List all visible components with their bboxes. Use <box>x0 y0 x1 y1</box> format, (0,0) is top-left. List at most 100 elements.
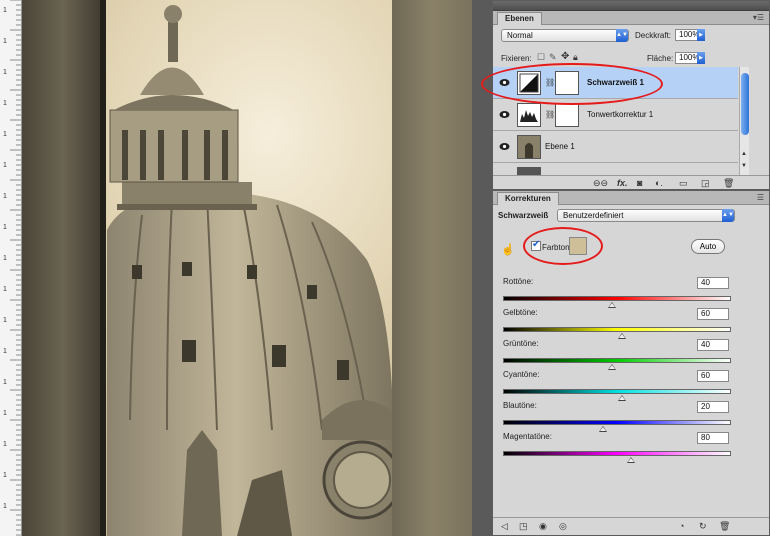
ruler-label: 1 <box>3 193 7 200</box>
targeted-adjustment-hand-icon[interactable]: ☝ <box>501 243 515 256</box>
eye-icon[interactable]: ◎ <box>559 521 567 532</box>
slider-value-input[interactable]: 40 <box>697 277 729 289</box>
slider-track[interactable] <box>503 296 731 301</box>
slider-thumb[interactable] <box>617 395 626 401</box>
ruler-label: 1 <box>3 348 7 355</box>
document-canvas[interactable] <box>22 0 472 536</box>
panel-menu-icon[interactable]: ▾☰ <box>753 13 764 22</box>
lock-all-icon[interactable]: 🔒︎ <box>573 52 578 63</box>
fill-label: Fläche: <box>647 54 674 63</box>
layer-row-ebene[interactable]: Ebene 1 <box>493 131 738 163</box>
layers-tabbar: Ebenen ▾☰ <box>493 11 769 25</box>
fill-input[interactable]: 100% ▶ <box>675 52 705 64</box>
layers-scrollbar[interactable]: ▲ ▼ <box>739 67 749 175</box>
lock-brush-icon[interactable]: ✎ <box>549 52 557 63</box>
slider-thumb[interactable] <box>617 333 626 339</box>
blend-mode-value: Normal <box>507 31 533 40</box>
layer-name: Ebene 1 <box>545 142 575 151</box>
ruler-label: 1 <box>3 503 7 510</box>
highlight-annotation <box>481 63 663 105</box>
back-icon[interactable]: ◁ <box>501 521 508 532</box>
slider-value-input[interactable]: 60 <box>697 370 729 382</box>
slider-thumb[interactable] <box>599 426 608 432</box>
eye-icon[interactable] <box>499 110 510 119</box>
slider-label: Rottöne: <box>503 277 534 286</box>
layers-panel: Ebenen ▾☰ Normal ▲▼ Deckkraft: 100% ▶ Fi… <box>481 0 770 190</box>
auto-button[interactable]: Auto <box>691 239 725 254</box>
ruler-label: 1 <box>3 69 7 76</box>
slider-label: Gelbtöne: <box>503 308 538 317</box>
visibility-toggle-icon[interactable]: ◉ <box>539 521 547 532</box>
slider-value-input[interactable]: 60 <box>697 308 729 320</box>
ruler-label: 1 <box>3 255 7 262</box>
levels-histogram-icon <box>517 103 541 127</box>
slider-thumb[interactable] <box>608 364 617 370</box>
slider-value-input[interactable]: 40 <box>697 339 729 351</box>
opacity-label: Deckkraft: <box>635 31 672 40</box>
ruler-label: 1 <box>3 379 7 386</box>
trash-icon[interactable]: 🗑︎ <box>723 178 734 189</box>
chain-link-icon[interactable]: ⛓ <box>545 110 555 119</box>
mask-icon[interactable]: ◙ <box>637 178 642 188</box>
slider-thumb[interactable] <box>626 457 635 463</box>
highlight-annotation <box>523 227 603 265</box>
slider-thumb[interactable] <box>608 302 617 308</box>
slider-label: Magentatöne: <box>503 432 552 441</box>
vertical-ruler[interactable]: 1 1 1 1 1 1 1 1 1 1 1 1 1 1 1 1 1 <box>0 0 22 536</box>
slider-label: Cyantöne: <box>503 370 540 379</box>
adjustment-title: Schwarzweiß <box>498 211 549 220</box>
slider-track[interactable] <box>503 420 731 425</box>
scroll-down-icon[interactable]: ▼ <box>741 163 747 169</box>
chevron-right-icon: ▶ <box>697 29 705 41</box>
clip-icon[interactable]: ◳ <box>519 521 528 532</box>
ruler-label: 1 <box>3 286 7 293</box>
photo-thumbnail-icon <box>517 135 541 159</box>
layers-footer: ⊖⊖ fx. ◙ ◐. ▭ ◲ 🗑︎ <box>493 175 769 189</box>
ruler-label: 1 <box>3 131 7 138</box>
eye-icon[interactable] <box>499 142 510 151</box>
blend-mode-select[interactable]: Normal ▲▼ <box>501 29 629 42</box>
ruler-label: 1 <box>3 224 7 231</box>
link-layers-icon[interactable]: ⊖⊖ <box>593 178 608 189</box>
slider-track[interactable] <box>503 451 731 456</box>
layer-row-partial[interactable] <box>493 163 738 175</box>
lock-move-icon[interactable]: ✥ <box>561 51 569 62</box>
slider-value-input[interactable]: 20 <box>697 401 729 413</box>
preset-value: Benutzerdefiniert <box>563 211 624 220</box>
reset-icon[interactable]: ↻ <box>699 521 707 532</box>
layer-mask-thumbnail[interactable] <box>555 103 579 127</box>
panel-dock-bar[interactable] <box>493 1 769 11</box>
slider-track[interactable] <box>503 389 731 394</box>
opacity-input[interactable]: 100% ▶ <box>675 29 705 41</box>
ruler-label: 1 <box>3 317 7 324</box>
ruler-label: 1 <box>3 410 7 417</box>
slider-value-input[interactable]: 80 <box>697 432 729 444</box>
lock-transparent-icon[interactable]: ☐ <box>537 52 545 63</box>
preset-select[interactable]: Benutzerdefiniert ▲▼ <box>557 209 735 222</box>
adjustments-footer: ◁ ◳ ◉ ◎ ◔ ↻ 🗑︎ <box>493 517 769 535</box>
chevron-right-icon: ▶ <box>697 52 705 64</box>
scroll-up-icon[interactable]: ▲ <box>741 151 747 157</box>
ruler-label: 1 <box>3 100 7 107</box>
ruler-label: 1 <box>3 162 7 169</box>
adjustments-panel: Korrekturen ☰ Schwarzweiß Benutzerdefini… <box>492 190 770 536</box>
slider-track[interactable] <box>503 358 731 363</box>
slider-track[interactable] <box>503 327 731 332</box>
new-layer-icon[interactable]: ◲ <box>701 178 710 189</box>
ruler-label: 1 <box>3 441 7 448</box>
photo-thumbnail-icon <box>517 167 541 175</box>
tab-layers[interactable]: Ebenen <box>497 12 542 25</box>
adjustment-icon[interactable]: ◐. <box>655 178 663 188</box>
fx-icon[interactable]: fx. <box>617 178 628 188</box>
photoshop-window: 11111111111111111 Ebenen ▾☰ Normal ▲▼ De… <box>0 0 770 536</box>
folder-icon[interactable]: ▭ <box>679 178 688 189</box>
chevron-down-icon: ▲▼ <box>616 29 628 42</box>
slider-label: Grüntöne: <box>503 339 539 348</box>
ruler-ticks: 1 1 1 1 1 1 1 1 1 1 1 1 1 1 1 1 1 <box>3 0 21 536</box>
tab-adjustments[interactable]: Korrekturen <box>497 192 559 205</box>
scrollbar-thumb[interactable] <box>741 73 749 135</box>
panel-menu-icon[interactable]: ☰ <box>757 193 764 202</box>
trash-icon[interactable]: 🗑︎ <box>719 521 730 532</box>
layer-row-tonwertkorrektur[interactable]: ⛓ Tonwertkorrektur 1 <box>493 99 738 131</box>
view-previous-icon[interactable]: ◔ <box>679 521 684 531</box>
